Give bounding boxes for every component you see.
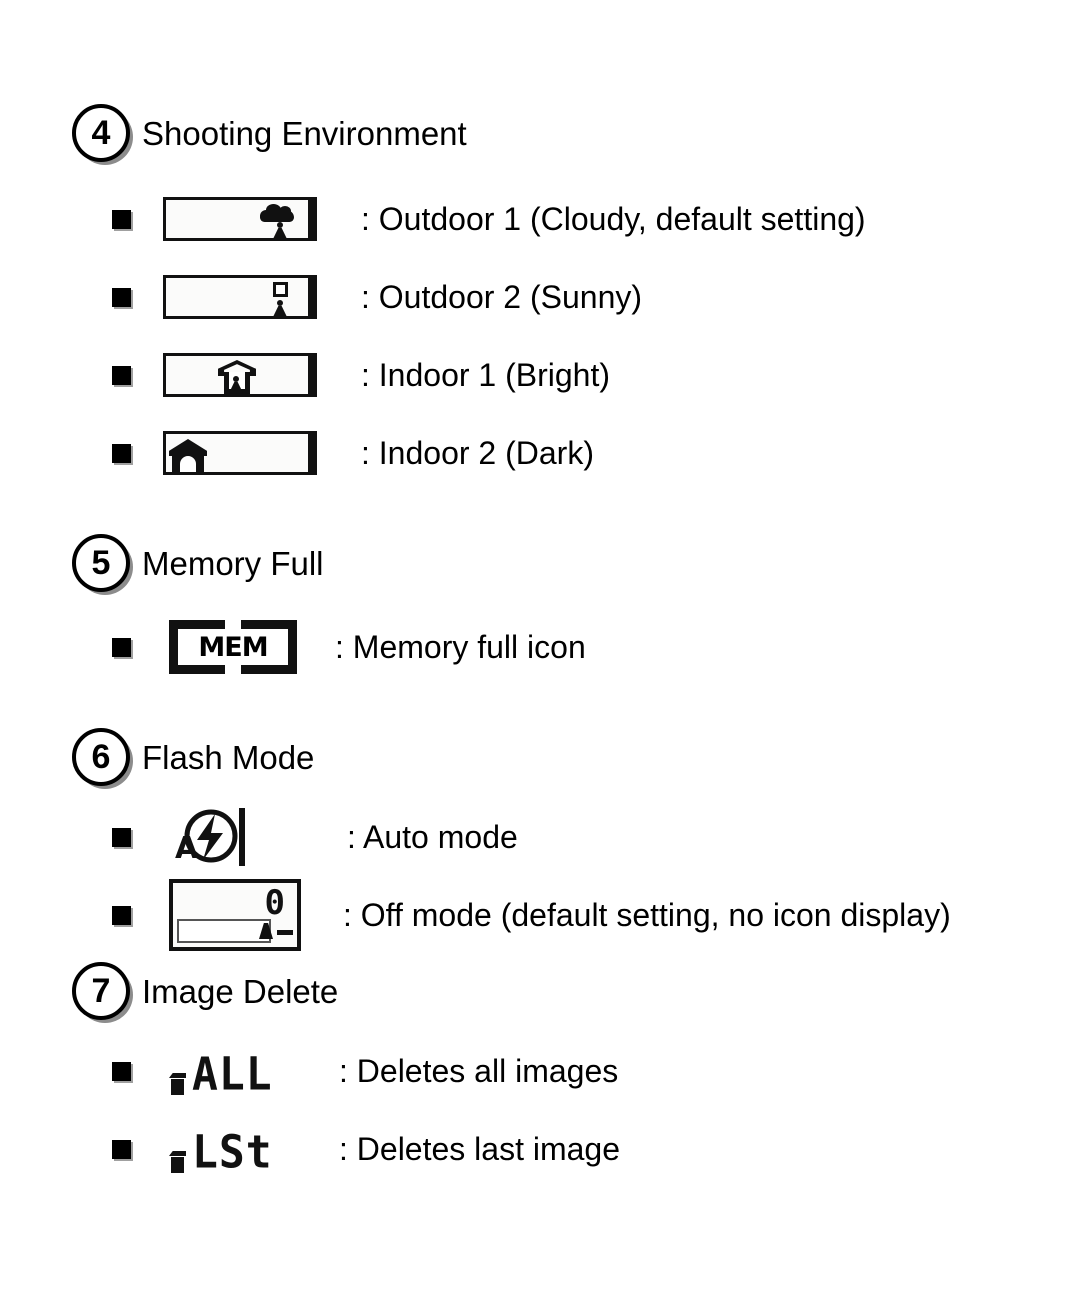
svg-text:A: A [175,831,199,866]
list-item-delete-all: ALL : Deletes all images [112,1042,618,1100]
list-item-label: : Indoor 2 (Dark) [361,435,594,471]
list-item-label: : Outdoor 2 (Sunny) [361,279,643,315]
list-item-memory-full: MEM : Memory full icon [112,618,586,676]
trash-can-icon [169,1073,186,1095]
section-number-badge: 7 [72,962,130,1020]
list-item-outdoor-2: : Outdoor 2 (Sunny) [112,268,642,326]
lcd-subpanel [177,919,271,943]
lcd-panel-inner [166,200,308,238]
section-number-badge: 5 [72,534,130,592]
trash-can-icon [169,1151,186,1173]
sun-icon [273,282,288,297]
auto-flash-glyph: A [169,806,245,868]
section-heading-memory-full: 5 Memory Full [72,534,324,592]
section-heading-flash-mode: 6 Flash Mode [72,728,314,786]
section-title: Flash Mode [142,738,315,776]
bullet-square-icon [112,827,131,847]
lcd-panel [163,431,317,475]
list-item-outdoor-1: : Outdoor 1 (Cloudy, default setting) [112,190,866,248]
lcd-panel [163,275,317,319]
bullet-square-icon [112,443,131,463]
lcd-sun-figure-icon [163,275,323,319]
person-figure-icon [272,300,288,316]
flash-icon-side-bar [239,808,245,866]
list-item-indoor-2: : Indoor 2 (Dark) [112,424,594,482]
delete-all-glyph: ALL [169,1045,273,1102]
list-item-label: : Memory full icon [335,629,586,665]
section-title: Shooting Environment [142,114,467,152]
bullet-square-icon [112,1061,131,1081]
lcd-off-mode-icon: 0 [169,879,317,951]
person-figure-icon [272,222,288,238]
mem-label: MEM [198,631,268,663]
lcd-off-panel: 0 [169,879,301,951]
lcd-cloud-figure-icon [163,197,323,241]
list-item-auto-mode: A : Auto mode [112,808,518,866]
lcd-panel-inner [166,278,308,316]
person-figure-icon [228,376,244,393]
list-item-label: : Deletes last image [339,1131,621,1167]
list-item-label: : Auto mode [347,819,518,855]
mem-icon: MEM [169,619,309,675]
bullet-square-icon [112,1139,131,1159]
section-title: Image Delete [142,972,339,1010]
memory-full-badge: MEM [169,619,297,675]
bullet-square-icon [112,365,131,385]
bullet-square-icon [112,905,131,925]
lcd-mark-dash [277,930,293,935]
lcd-house-solid-icon [163,431,323,475]
list-item-label: : Deletes all images [339,1053,619,1089]
section-title: Memory Full [142,544,324,582]
icon-guide-page: 4 Shooting Environment : Outdoor 1 (Clou… [0,0,1080,1295]
section-number-badge: 6 [72,728,130,786]
list-item-off-mode: 0 : Off mode (default setting, no icon d… [112,879,951,951]
lcd-panel-inner [166,434,308,472]
delete-last-glyph: LSt [169,1123,273,1180]
list-item-indoor-1: : Indoor 1 (Bright) [112,346,610,404]
section-number-badge: 4 [72,104,130,162]
bullet-square-icon [112,287,131,307]
auto-flash-icon: A [169,806,321,868]
bullet-square-icon [112,209,131,229]
section-heading-shooting-environment: 4 Shooting Environment [72,104,467,162]
lcd-panel-inner [166,356,308,394]
lcd-digit: 0 [264,883,285,923]
delete-all-icon: ALL [169,1045,319,1102]
bullet-square-icon [112,637,131,657]
list-item-label: : Off mode (default setting, no icon dis… [343,897,951,933]
segment-text: LSt [192,1126,273,1180]
segment-text: ALL [192,1048,273,1102]
house-solid-icon [169,439,207,472]
lcd-house-outline-icon [163,353,323,397]
cloud-icon [260,204,294,222]
lcd-panel [163,353,317,397]
section-heading-image-delete: 7 Image Delete [72,962,338,1020]
list-item-delete-last: LSt : Deletes last image [112,1120,620,1178]
lcd-panel [163,197,317,241]
list-item-label: : Indoor 1 (Bright) [361,357,610,393]
delete-last-icon: LSt [169,1123,319,1180]
list-item-label: : Outdoor 1 (Cloudy, default setting) [361,201,866,237]
